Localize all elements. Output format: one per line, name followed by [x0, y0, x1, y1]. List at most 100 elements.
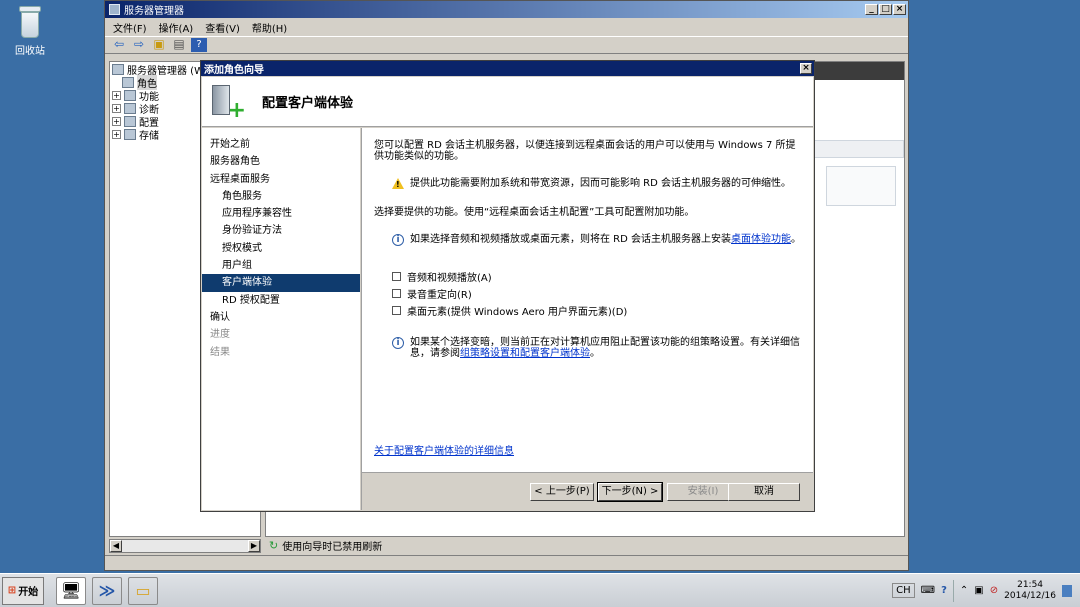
wizard-navigation: 开始之前 服务器角色 远程桌面服务 角色服务 应用程序兼容性 身份验证方法 授权…: [202, 128, 360, 510]
back-arrow-icon[interactable]: ⇦: [111, 38, 127, 52]
checkbox-box[interactable]: [392, 306, 401, 315]
nav-server-roles[interactable]: 服务器角色: [202, 153, 360, 170]
checkbox-box[interactable]: [392, 289, 401, 298]
intro-text: 您可以配置 RD 会话主机服务器，以便连接到远程桌面会话的用户可以使用与 Win…: [374, 140, 796, 162]
warning-text: 提供此功能需要附加系统和带宽资源，因而可能影响 RD 会话主机服务器的可伸缩性。: [410, 178, 792, 189]
select-features-text: 选择要提供的功能。使用“远程桌面会话主机配置”工具可配置附加功能。: [374, 207, 695, 218]
clock-time: 21:54: [1017, 579, 1044, 590]
network-icon[interactable]: ▣: [974, 585, 983, 596]
clock-date: 2014/12/16: [1004, 590, 1056, 601]
roles-icon: [122, 77, 134, 88]
menu-file[interactable]: 文件(F): [113, 20, 147, 35]
tray-separator: [952, 579, 954, 602]
show-desktop-icon[interactable]: [1062, 584, 1072, 597]
checkbox-box[interactable]: [392, 272, 401, 281]
maximize-button[interactable]: □: [879, 4, 892, 15]
info-row-desktop-experience: i 如果选择音频和视频播放或桌面元素，则将在 RD 会话主机服务器上安装桌面体验…: [374, 234, 801, 246]
show-hidden-icons-chevron-icon[interactable]: ⌃: [960, 585, 968, 596]
add-roles-wizard-dialog: 添加角色向导 × + 配置客户端体验 开始之前 服务器角色 远程桌面服务 角色服…: [200, 60, 815, 512]
menu-view[interactable]: 查看(V): [205, 20, 240, 35]
show-hide-tree-icon[interactable]: ▤: [171, 38, 187, 52]
toolbar: ⇦ ⇨ ▣ ▤ ?: [105, 36, 908, 54]
info-text-desktop-experience: 如果选择音频和视频播放或桌面元素，则将在 RD 会话主机服务器上安装桌面体验功能…: [410, 234, 802, 245]
warning-row: ! 提供此功能需要附加系统和带宽资源，因而可能影响 RD 会话主机服务器的可伸缩…: [374, 178, 801, 189]
status-text: 使用向导时已禁用刷新: [282, 541, 383, 553]
info-row-group-policy: i 如果某个选择变暗，则当前正在对计算机应用阻止配置该功能的组策略设置。有关详细…: [374, 337, 801, 359]
scroll-right-icon[interactable]: ▶: [248, 540, 260, 552]
help-icon[interactable]: ?: [191, 38, 207, 52]
wizard-titlebar[interactable]: 添加角色向导 ×: [201, 61, 814, 76]
recycle-bin-desktop-icon[interactable]: 回收站: [10, 6, 50, 57]
checkbox-audio-recording-redirection[interactable]: 录音重定向(R): [392, 285, 801, 302]
forward-arrow-icon[interactable]: ⇨: [131, 38, 147, 52]
nav-authentication-method[interactable]: 身份验证方法: [202, 222, 360, 239]
help-tray-icon[interactable]: ?: [941, 585, 947, 596]
next-button[interactable]: 下一步(N) >: [597, 482, 663, 502]
info-text-group-policy: 如果某个选择变暗，则当前正在对计算机应用阻止配置该功能的组策略设置。有关详细信息…: [410, 337, 800, 359]
nav-licensing-mode[interactable]: 授权模式: [202, 240, 360, 257]
wizard-content: 您可以配置 RD 会话主机服务器，以便连接到远程桌面会话的用户可以使用与 Win…: [361, 128, 813, 472]
server-manager-app-icon: [109, 4, 120, 15]
language-indicator[interactable]: CH: [892, 583, 915, 598]
nav-application-compatibility[interactable]: 应用程序兼容性: [202, 205, 360, 222]
storage-icon: [124, 129, 136, 140]
system-tray: CH ⌨ ? ⌃ ▣ ⊘ 21:54 2014/12/16: [892, 577, 1080, 605]
nav-before-you-begin[interactable]: 开始之前: [202, 136, 360, 153]
server-icon: [112, 64, 124, 75]
group-policy-link[interactable]: 组策略设置和配置客户端体验: [460, 348, 590, 359]
feature-checkbox-list: 音频和视频播放(A) 录音重定向(R) 桌面元素(提供 Windows Aero…: [374, 268, 801, 319]
close-button[interactable]: ×: [893, 4, 906, 15]
configuration-icon: [124, 116, 136, 127]
nav-results: 结果: [210, 346, 230, 358]
taskbar-powershell-icon[interactable]: ≫: [92, 576, 122, 605]
wizard-header: + 配置客户端体验: [202, 77, 813, 127]
checkbox-audio-video-playback[interactable]: 音频和视频播放(A): [392, 268, 801, 285]
menu-action[interactable]: 操作(A): [159, 20, 194, 35]
tree-horizontal-scrollbar[interactable]: ◀ ▶: [109, 539, 261, 553]
scroll-left-icon[interactable]: ◀: [110, 540, 122, 552]
taskbar-server-manager-icon[interactable]: 🖥: [56, 576, 86, 605]
info-icon: i: [392, 337, 404, 349]
nav-user-groups[interactable]: 用户组: [202, 257, 360, 274]
taskbar: ⊞ 开始 🖥 ≫ ▭ CH ⌨ ? ⌃ ▣ ⊘ 21:54 2014/12/16: [0, 573, 1080, 607]
menu-bar: 文件(F) 操作(A) 查看(V) 帮助(H): [105, 18, 908, 36]
back-button[interactable]: < 上一步(P): [530, 483, 594, 501]
bottom-status-bar: [105, 555, 908, 570]
expand-icon[interactable]: +: [112, 130, 121, 139]
wizard-page-title: 配置客户端体验: [262, 96, 354, 111]
server-manager-title: 服务器管理器: [124, 6, 184, 17]
nav-confirmation[interactable]: 确认: [202, 309, 360, 326]
expand-icon[interactable]: +: [112, 117, 121, 126]
diagnostics-icon: [124, 103, 136, 114]
checkbox-desktop-composition[interactable]: 桌面元素(提供 Windows Aero 用户界面元素)(D): [392, 302, 801, 319]
clock[interactable]: 21:54 2014/12/16: [1004, 580, 1056, 602]
nav-role-services[interactable]: 角色服务: [202, 188, 360, 205]
recycle-bin-icon: [16, 6, 44, 40]
server-manager-titlebar[interactable]: 服务器管理器 _ □ ×: [105, 1, 908, 18]
wizard-close-button[interactable]: ×: [800, 63, 812, 74]
details-section-header: [812, 140, 904, 158]
menu-help[interactable]: 帮助(H): [252, 20, 287, 35]
windows-logo-icon: ⊞: [7, 585, 17, 596]
more-info-link[interactable]: 关于配置客户端体验的详细信息: [374, 442, 514, 457]
nav-progress: 进度: [210, 329, 230, 341]
desktop-experience-link[interactable]: 桌面体验功能: [731, 234, 791, 245]
cancel-button[interactable]: 取消: [728, 483, 800, 501]
up-folder-icon[interactable]: ▣: [151, 38, 167, 52]
refresh-disabled-icon: ↻: [269, 538, 279, 552]
minimize-button[interactable]: _: [865, 4, 878, 15]
expand-icon[interactable]: +: [112, 91, 121, 100]
expand-icon[interactable]: +: [112, 104, 121, 113]
keyboard-icon[interactable]: ⌨: [921, 585, 935, 596]
nav-client-experience[interactable]: 客户端体验: [202, 274, 360, 292]
details-section-box: [826, 166, 896, 206]
start-button[interactable]: ⊞ 开始: [2, 576, 44, 605]
nav-remote-desktop-services[interactable]: 远程桌面服务: [202, 171, 360, 188]
volume-muted-icon[interactable]: ⊘: [990, 585, 998, 596]
wizard-title: 添加角色向导: [204, 65, 264, 76]
wizard-button-bar: < 上一步(P) 下一步(N) > 安装(I) 取消: [361, 472, 813, 510]
warning-icon: !: [392, 178, 404, 189]
features-icon: [124, 90, 136, 101]
nav-rd-licensing-config[interactable]: RD 授权配置: [202, 292, 360, 309]
taskbar-explorer-folder-icon[interactable]: ▭: [128, 576, 158, 605]
